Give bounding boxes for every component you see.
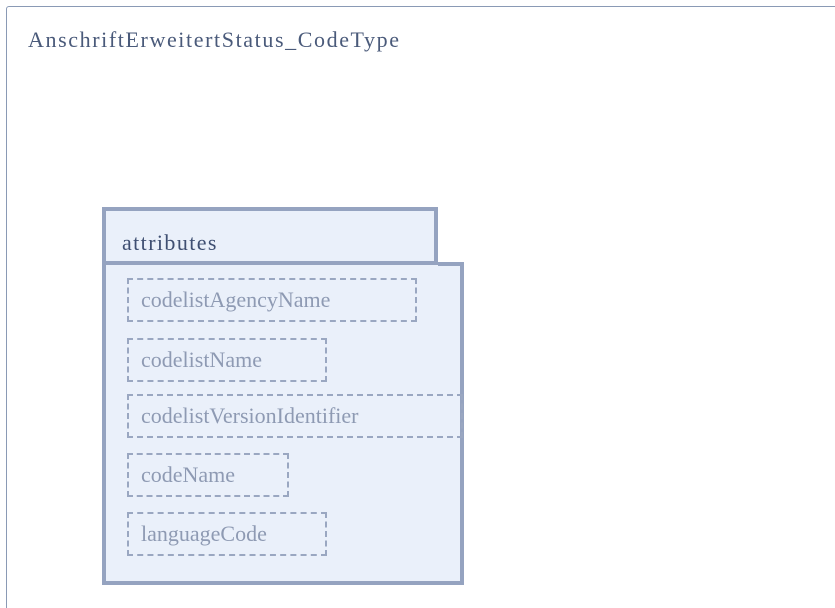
type-title: AnschriftErweitertStatus_CodeType [28, 27, 401, 52]
attribute-language-code[interactable]: languageCode [127, 512, 327, 556]
attribute-codelist-agency-name[interactable]: codelistAgencyName [127, 278, 417, 322]
attribute-codelist-version-identifier[interactable]: codelistVersionIdentifier [127, 394, 463, 438]
attributes-tab-gap [438, 207, 464, 266]
attribute-code-name[interactable]: codeName [127, 453, 289, 497]
diagram-canvas: AnschriftErweitertStatus_CodeType attrib… [0, 0, 835, 608]
attributes-group-label: attributes [122, 230, 218, 255]
attribute-codelist-name[interactable]: codelistName [127, 338, 327, 382]
